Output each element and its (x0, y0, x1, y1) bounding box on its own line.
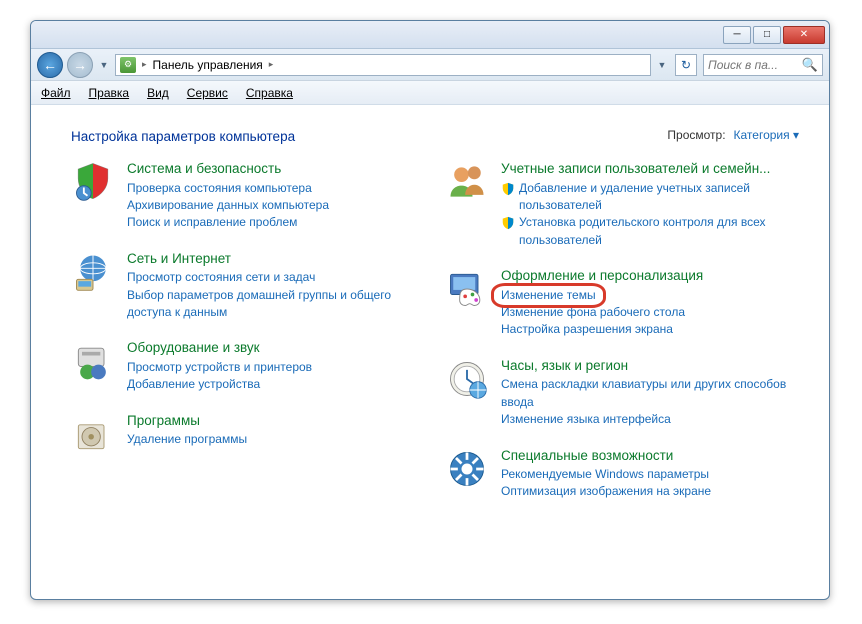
right-column: Учетные записи пользователей и семейн...… (445, 160, 799, 519)
menu-help[interactable]: Справка (246, 86, 293, 100)
sublink[interactable]: Оптимизация изображения на экране (501, 483, 799, 500)
refresh-button[interactable]: ↻ (675, 54, 697, 76)
content-area: Настройка параметров компьютера Просмотр… (31, 105, 829, 599)
menubar: Файл Правка Вид Сервис Справка (31, 81, 829, 105)
category-clock-language: Часы, язык и регион Смена раскладки клав… (445, 357, 799, 429)
sublink[interactable]: Выбор параметров домашней группы и общег… (127, 287, 425, 322)
category-title[interactable]: Система и безопасность (127, 160, 425, 178)
control-panel-icon: ⚙ (120, 57, 136, 73)
programs-icon (71, 412, 115, 456)
navbar: ← → ▼ ⚙ ▸ Панель управления ▸ ▼ ↻ 🔍 (31, 49, 829, 81)
category-title[interactable]: Специальные возможности (501, 447, 799, 465)
view-label: Просмотр: (667, 128, 725, 142)
sublink[interactable]: Просмотр устройств и принтеров (127, 359, 425, 376)
menu-view[interactable]: Вид (147, 86, 169, 100)
sublink[interactable]: Рекомендуемые Windows параметры (501, 466, 799, 483)
sublink[interactable]: Установка родительского контроля для все… (519, 214, 799, 249)
sublink[interactable]: Поиск и исправление проблем (127, 214, 425, 231)
category-hardware: Оборудование и звук Просмотр устройств и… (71, 339, 425, 393)
sublink[interactable]: Добавление и удаление учетных записей по… (519, 180, 799, 215)
search-input[interactable] (708, 58, 788, 72)
nav-history-chevron-icon[interactable]: ▼ (97, 52, 111, 78)
breadcrumb[interactable]: Панель управления (153, 58, 263, 72)
category-system-security: Система и безопасность Проверка состояни… (71, 160, 425, 232)
menu-file[interactable]: Файл (41, 86, 71, 100)
category-title[interactable]: Программы (127, 412, 425, 430)
uac-shield-icon (501, 182, 515, 196)
sublink[interactable]: Добавление устройства (127, 376, 425, 393)
breadcrumb-arrow-icon[interactable]: ▸ (269, 59, 274, 70)
left-column: Система и безопасность Проверка состояни… (71, 160, 425, 519)
hardware-icon (71, 339, 115, 383)
menu-edit[interactable]: Правка (89, 86, 130, 100)
search-box[interactable]: 🔍 (703, 54, 823, 76)
maximize-button[interactable]: □ (753, 26, 781, 44)
sublink[interactable]: Изменение языка интерфейса (501, 411, 799, 428)
uac-shield-icon (501, 216, 515, 230)
category-title[interactable]: Оборудование и звук (127, 339, 425, 357)
minimize-button[interactable]: ─ (723, 26, 751, 44)
category-title[interactable]: Учетные записи пользователей и семейн... (501, 160, 799, 178)
address-bar[interactable]: ⚙ ▸ Панель управления ▸ (115, 54, 651, 76)
category-programs: Программы Удаление программы (71, 412, 425, 456)
sublink[interactable]: Удаление программы (127, 431, 425, 448)
sublink[interactable]: Изменение фона рабочего стола (501, 304, 799, 321)
sublink[interactable]: Настройка разрешения экрана (501, 321, 799, 338)
nav-back-button[interactable]: ← (37, 52, 63, 78)
appearance-icon (445, 267, 489, 311)
user-accounts-icon (445, 160, 489, 204)
nav-forward-button[interactable]: → (67, 52, 93, 78)
control-panel-window: ─ □ ✕ ← → ▼ ⚙ ▸ Панель управления ▸ ▼ ↻ … (30, 20, 830, 600)
titlebar: ─ □ ✕ (31, 21, 829, 49)
category-appearance: Оформление и персонализация Изменение те… (445, 267, 799, 339)
menu-tools[interactable]: Сервис (187, 86, 228, 100)
network-icon (71, 250, 115, 294)
address-dropdown-icon[interactable]: ▼ (655, 52, 669, 78)
sublink[interactable]: Просмотр состояния сети и задач (127, 269, 425, 286)
clock-icon (445, 357, 489, 401)
category-columns: Система и безопасность Проверка состояни… (71, 160, 799, 519)
sublink[interactable]: Проверка состояния компьютера (127, 180, 425, 197)
category-network: Сеть и Интернет Просмотр состояния сети … (71, 250, 425, 322)
breadcrumb-arrow-icon: ▸ (142, 59, 147, 70)
category-user-accounts: Учетные записи пользователей и семейн...… (445, 160, 799, 249)
category-title[interactable]: Оформление и персонализация (501, 267, 799, 285)
accessibility-icon (445, 447, 489, 491)
sublink[interactable]: Смена раскладки клавиатуры или других сп… (501, 376, 799, 411)
category-title[interactable]: Сеть и Интернет (127, 250, 425, 268)
category-accessibility: Специальные возможности Рекомендуемые Wi… (445, 447, 799, 501)
sublink[interactable]: Архивирование данных компьютера (127, 197, 425, 214)
close-button[interactable]: ✕ (783, 26, 825, 44)
search-icon[interactable]: 🔍 (802, 57, 818, 73)
system-security-icon (71, 160, 115, 204)
category-title[interactable]: Часы, язык и регион (501, 357, 799, 375)
view-dropdown[interactable]: Категория ▾ (734, 128, 799, 142)
sublink-change-theme[interactable]: Изменение темы (501, 287, 596, 304)
